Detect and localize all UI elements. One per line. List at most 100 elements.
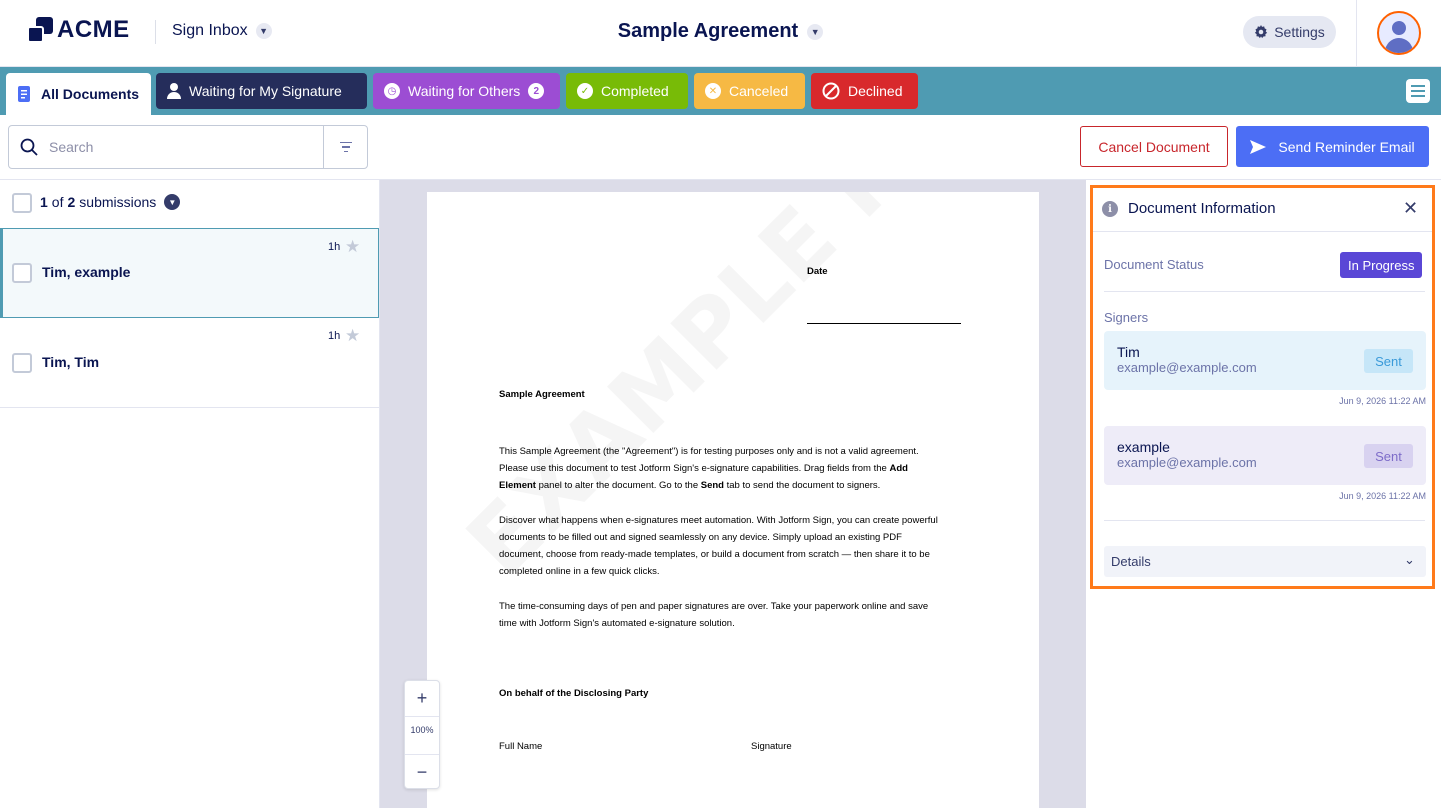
list-item[interactable]: Tim, example 1h ★ <box>0 228 379 318</box>
tab-label: Waiting for Others <box>408 83 521 99</box>
zoom-divider <box>405 716 439 717</box>
count-total: 2 <box>67 194 76 210</box>
row-checkbox[interactable] <box>12 353 32 373</box>
signers-label: Signers <box>1104 310 1149 325</box>
document-viewer: EXAMPLE PDF Date Sample Agreement This S… <box>380 180 1086 808</box>
signer-status-badge: Sent <box>1364 349 1413 373</box>
row-checkbox[interactable] <box>12 263 32 283</box>
tab-all-documents[interactable]: All Documents <box>6 73 151 115</box>
count-current: 1 <box>40 194 48 210</box>
hamburger-menu-icon[interactable] <box>1406 79 1430 103</box>
signer-email: example@example.com <box>1117 360 1257 375</box>
info-panel: i Document Information ✕ Document Status… <box>1087 180 1441 808</box>
header-divider <box>155 20 156 44</box>
zoom-in-button[interactable]: + <box>405 681 439 715</box>
item-time: 1h <box>328 241 341 253</box>
settings-label: Settings <box>1274 24 1325 40</box>
document-page: EXAMPLE PDF Date Sample Agreement This S… <box>427 192 1039 808</box>
item-name: Tim, Tim <box>42 354 100 370</box>
avatar[interactable] <box>1377 11 1421 55</box>
tab-declined[interactable]: Declined <box>811 73 918 109</box>
info-header: i Document Information ✕ <box>1093 188 1432 232</box>
signer-date: Jun 9, 2026 11:22 AM <box>1339 491 1426 501</box>
header-divider-right <box>1356 0 1357 67</box>
app-header: ACME Sign Inbox ▼ Sample Agreement ▼ Set… <box>0 0 1441 67</box>
zoom-out-button[interactable]: − <box>405 755 439 789</box>
signer-email: example@example.com <box>1117 455 1257 470</box>
tab-label: All Documents <box>41 86 140 102</box>
item-time: 1h <box>328 330 341 342</box>
filter-icon[interactable] <box>323 126 368 168</box>
tab-label: Completed <box>601 83 669 99</box>
details-accordion[interactable]: Details ⌄ <box>1104 546 1426 577</box>
signer-date: Jun 9, 2026 11:22 AM <box>1339 396 1426 406</box>
divider <box>1104 291 1425 292</box>
tab-canceled[interactable]: ✕ Canceled <box>694 73 805 109</box>
star-icon[interactable]: ★ <box>345 326 360 346</box>
chevron-down-icon: ▼ <box>164 194 181 210</box>
settings-button[interactable]: Settings <box>1243 16 1336 48</box>
logo-text: ACME <box>57 16 130 43</box>
avatar-head <box>1392 21 1406 35</box>
send-icon <box>1250 139 1267 154</box>
cancel-document-button[interactable]: Cancel Document <box>1080 126 1228 167</box>
submission-list: 1 of 2 submissions ▼ Tim, example 1h ★ T… <box>0 180 380 808</box>
doc-title-switcher[interactable]: Sample Agreement ▼ <box>617 20 824 43</box>
zoom-level: 100% <box>410 725 434 735</box>
tab-waiting-for-my-signature[interactable]: Waiting for My Signature <box>156 73 367 109</box>
tab-label: Canceled <box>729 83 789 99</box>
check-icon: ✓ <box>577 83 593 99</box>
divider <box>1104 520 1425 521</box>
zoom-control: + 100% − <box>404 680 440 789</box>
signer-status-badge: Sent <box>1364 444 1413 468</box>
signature-label: Signature <box>751 741 792 752</box>
gear-icon <box>1255 25 1268 39</box>
count-of: of <box>51 194 64 210</box>
star-icon[interactable]: ★ <box>345 237 360 257</box>
select-all-checkbox[interactable] <box>12 193 32 213</box>
list-header: 1 of 2 submissions ▼ <box>0 180 379 226</box>
logo-mark-icon <box>27 17 53 43</box>
status-label: Document Status <box>1104 257 1204 272</box>
close-icon[interactable]: ✕ <box>1403 198 1418 219</box>
signer-card: example example@example.com Sent <box>1104 426 1426 485</box>
search-box <box>8 125 368 169</box>
count-suffix: submissions <box>79 194 157 210</box>
send-reminder-label: Send Reminder Email <box>1278 138 1415 155</box>
tab-label: Waiting for My Signature <box>189 83 342 99</box>
count-badge: 2 <box>528 83 545 99</box>
paragraph-3: The time-consuming days of pen and paper… <box>499 601 929 629</box>
details-label: Details <box>1111 554 1151 569</box>
tab-completed[interactable]: ✓ Completed <box>566 73 688 109</box>
status-tab-bar: All Documents Waiting for My Signature ◷… <box>0 67 1441 115</box>
info-icon: i <box>1102 201 1118 217</box>
inbox-switcher[interactable]: Sign Inbox ▼ <box>172 22 272 40</box>
info-title: Document Information <box>1128 200 1276 217</box>
signer-name: example <box>1117 439 1170 455</box>
chevron-down-icon: ▼ <box>807 23 824 40</box>
status-badge: In Progress <box>1340 252 1423 278</box>
avatar-body <box>1385 38 1413 53</box>
clock-icon: ◷ <box>384 83 400 99</box>
date-line <box>807 323 961 324</box>
tab-label: Declined <box>848 83 903 99</box>
submission-count[interactable]: 1 of 2 submissions ▼ <box>40 194 181 210</box>
signer-name: Tim <box>1117 344 1140 360</box>
tab-waiting-for-others[interactable]: ◷ Waiting for Others 2 <box>373 73 560 109</box>
paragraph-1: This Sample Agreement (the "Agreement") … <box>499 446 919 491</box>
user-icon <box>167 83 181 99</box>
search-icon <box>9 138 49 156</box>
signer-card: Tim example@example.com Sent <box>1104 331 1426 390</box>
ban-icon <box>822 82 840 100</box>
search-input[interactable] <box>49 127 321 167</box>
doc-heading: Sample Agreement <box>499 389 585 400</box>
x-circle-icon: ✕ <box>705 83 721 99</box>
acme-logo[interactable]: ACME <box>27 16 130 44</box>
document-information-box: i Document Information ✕ Document Status… <box>1090 185 1435 589</box>
list-item[interactable]: Tim, Tim 1h ★ <box>0 318 379 408</box>
send-reminder-button[interactable]: Send Reminder Email <box>1236 126 1429 167</box>
party-heading: On behalf of the Disclosing Party <box>499 688 649 699</box>
item-name: Tim, example <box>42 264 131 280</box>
document-icon <box>18 86 30 102</box>
page-title: Sample Agreement <box>617 20 799 42</box>
